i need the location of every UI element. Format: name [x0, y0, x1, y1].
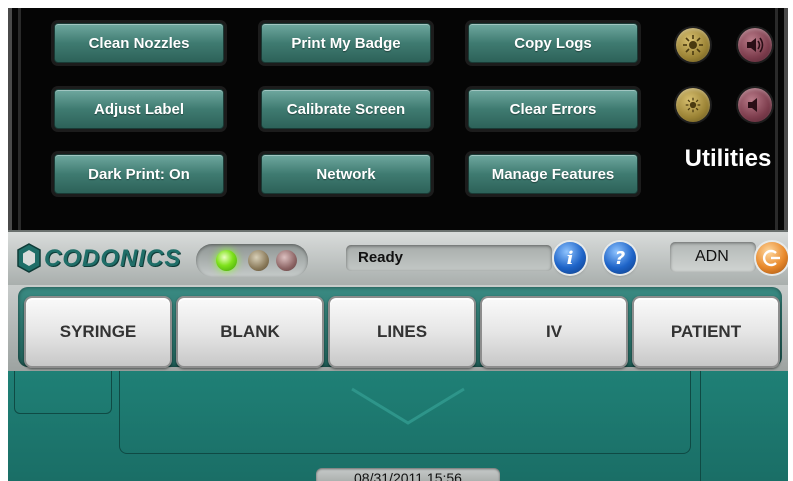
logout-icon[interactable] — [756, 242, 788, 274]
status-lights — [196, 244, 308, 277]
datetime-display: 08/31/2011 15:56 — [316, 468, 500, 481]
brand-logo: CODONICS — [44, 245, 182, 272]
manage-features-button[interactable]: Manage Features — [468, 154, 638, 194]
left-panel-outline — [14, 371, 112, 414]
right-panel-outline — [700, 371, 788, 481]
clean-nozzles-button[interactable]: Clean Nozzles — [54, 23, 224, 63]
category-syringe-button[interactable]: SYRINGE — [24, 296, 172, 368]
category-iv-button[interactable]: IV — [480, 296, 628, 368]
error-light — [276, 250, 297, 271]
adjust-label-button[interactable]: Adjust Label — [54, 89, 224, 129]
volume-down-icon[interactable] — [738, 88, 772, 122]
category-blank-button[interactable]: BLANK — [176, 296, 324, 368]
warning-light — [248, 250, 269, 271]
ready-light — [216, 250, 237, 271]
status-message: Ready — [346, 245, 552, 271]
utilities-panel: Clean Nozzles Print My Badge Copy Logs A… — [8, 8, 788, 230]
content-area: 08/31/2011 15:56 — [8, 371, 788, 481]
network-button[interactable]: Network — [261, 154, 431, 194]
utilities-title: Utilities — [684, 145, 772, 172]
category-tray: SYRINGE BLANK LINES IV PATIENT — [18, 287, 782, 368]
help-icon[interactable]: ? — [604, 242, 636, 274]
category-patient-button[interactable]: PATIENT — [632, 296, 780, 368]
brightness-up-icon[interactable] — [676, 28, 710, 62]
print-my-badge-button[interactable]: Print My Badge — [261, 23, 431, 63]
codonics-logo-icon — [17, 243, 41, 273]
app-window: Clean Nozzles Print My Badge Copy Logs A… — [8, 8, 788, 481]
chevron-down-icon — [351, 387, 465, 425]
calibrate-screen-button[interactable]: Calibrate Screen — [261, 89, 431, 129]
copy-logs-button[interactable]: Copy Logs — [468, 23, 638, 63]
dark-print-button[interactable]: Dark Print: On — [54, 154, 224, 194]
info-icon[interactable]: i — [554, 242, 586, 274]
category-lines-button[interactable]: LINES — [328, 296, 476, 368]
clear-errors-button[interactable]: Clear Errors — [468, 89, 638, 129]
volume-up-icon[interactable] — [738, 28, 772, 62]
user-field[interactable]: ADN — [670, 242, 756, 272]
brightness-down-icon[interactable] — [676, 88, 710, 122]
category-bar: SYRINGE BLANK LINES IV PATIENT — [8, 285, 788, 371]
header-bar: CODONICS Ready i ? ADN — [8, 230, 788, 287]
